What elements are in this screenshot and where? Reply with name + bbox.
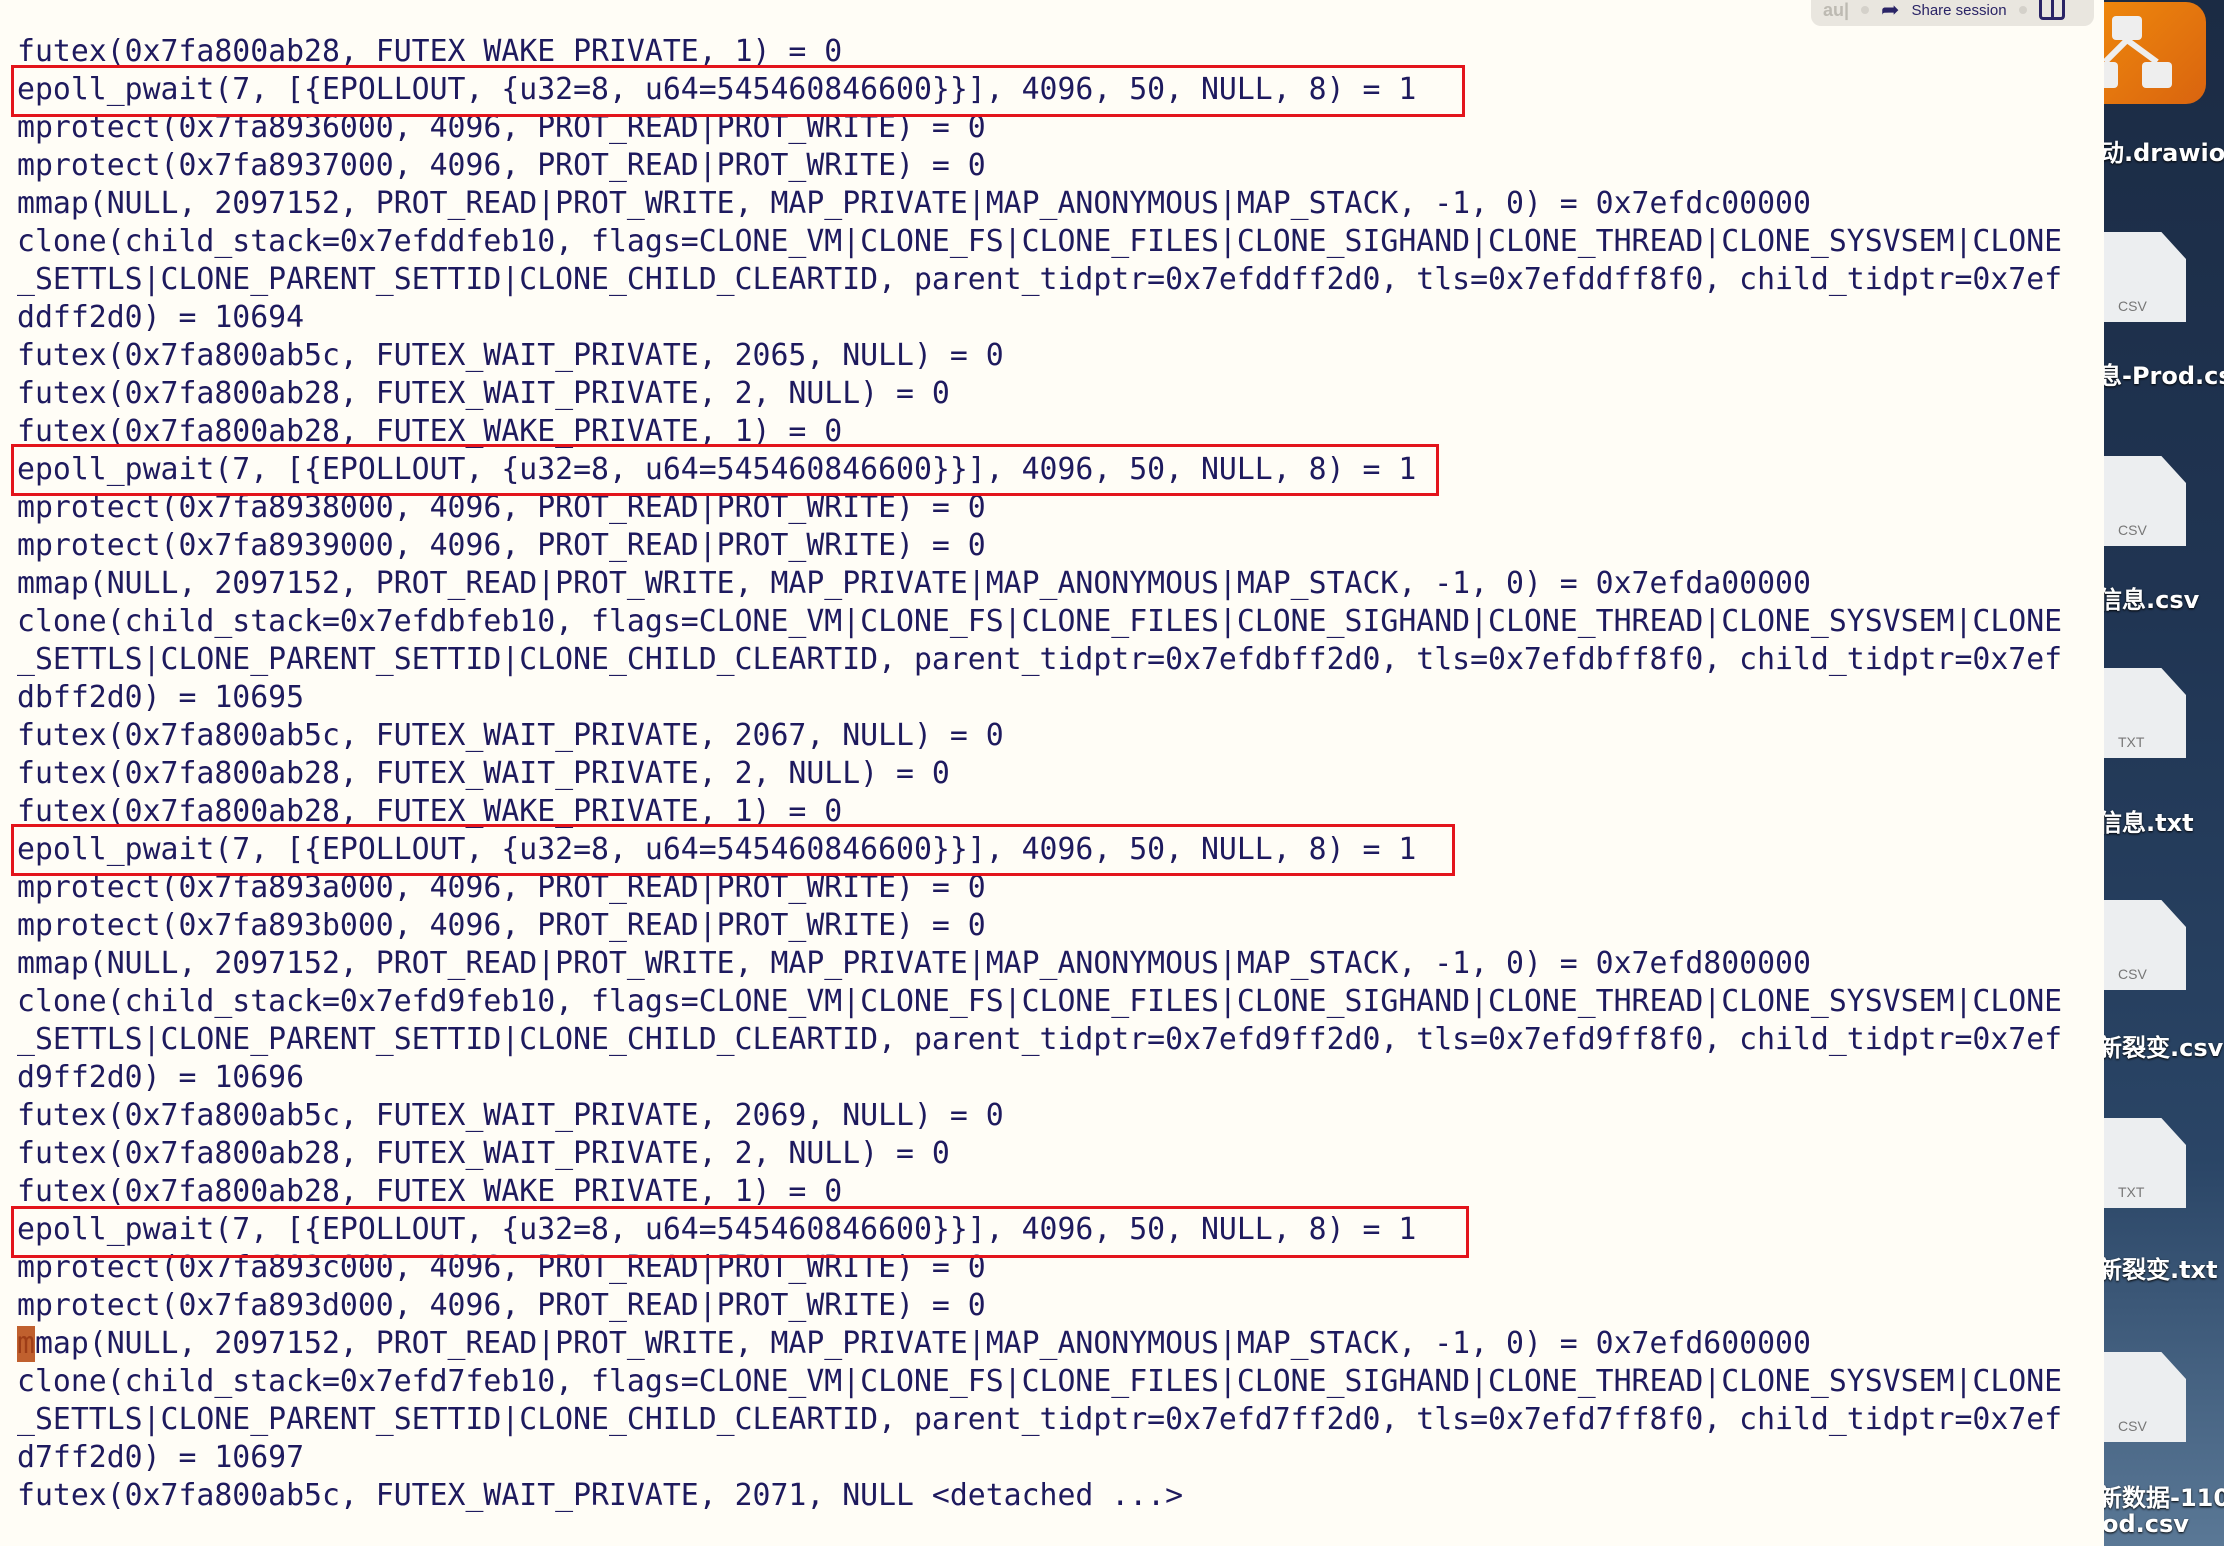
- file-type-label: TXT: [2118, 1184, 2145, 1200]
- file-name-label: 息-Prod.csv: [2104, 362, 2224, 390]
- terminal-line: futex(0x7fa800ab28, FUTEX_WAIT_PRIVATE, …: [17, 1136, 950, 1171]
- desktop-area: 动.drawio CSV 息-Prod.csv CSV 信息.csv TXT 信息.txt C…: [2104, 0, 2224, 1546]
- terminal-line: _SETTLS|CLONE_PARENT_SETTID|CLONE_CHILD_…: [17, 1022, 2063, 1057]
- drawio-app-icon: [2104, 2, 2206, 104]
- file-name-label: 新裂变.csv: [2104, 1034, 2224, 1062]
- share-session-button[interactable]: Share session: [1911, 2, 2006, 19]
- file-type-label: CSV: [2118, 1418, 2147, 1434]
- file-type-label: TXT: [2118, 734, 2145, 750]
- document-icon: TXT: [2104, 668, 2186, 758]
- terminal-line: clone(child_stack=0x7efd9feb10, flags=CL…: [17, 984, 2063, 1019]
- highlight-box: [11, 1206, 1469, 1258]
- terminal-line: mmap(NULL, 2097152, PROT_READ|PROT_WRITE…: [17, 566, 1811, 601]
- terminal-window[interactable]: futex(0x7fa800ab28, FUTEX_WAKE_PRIVATE, …: [0, 0, 2104, 1546]
- document-icon: CSV: [2104, 456, 2186, 546]
- file-name-label: 新数据-1109: [2104, 1484, 2224, 1512]
- terminal-line: d9ff2d0) = 10696: [17, 1060, 305, 1095]
- document-icon: TXT: [2104, 1118, 2186, 1208]
- session-input[interactable]: au|: [1823, 0, 1849, 21]
- terminal-line: mprotect(0x7fa8937000, 4096, PROT_READ|P…: [17, 148, 986, 183]
- terminal-line: _SETTLS|CLONE_PARENT_SETTID|CLONE_CHILD_…: [17, 642, 2063, 677]
- highlight-box: [11, 65, 1465, 117]
- session-toolbar: au| ➦ Share session: [1811, 0, 2094, 26]
- file-type-label: CSV: [2118, 966, 2147, 982]
- file-name-label: 信息.txt: [2104, 809, 2194, 837]
- highlight-box: [11, 824, 1455, 876]
- separator-dot: [2018, 6, 2027, 14]
- terminal-line: mmap(NULL, 2097152, PROT_READ|PROT_WRITE…: [17, 1326, 1811, 1361]
- terminal-line: mmap(NULL, 2097152, PROT_READ|PROT_WRITE…: [17, 946, 1811, 981]
- terminal-line: _SETTLS|CLONE_PARENT_SETTID|CLONE_CHILD_…: [17, 1402, 2063, 1437]
- terminal-line: mmap(NULL, 2097152, PROT_READ|PROT_WRITE…: [17, 186, 1811, 221]
- file-type-label: CSV: [2118, 298, 2147, 314]
- terminal-output: futex(0x7fa800ab28, FUTEX_WAKE_PRIVATE, …: [17, 33, 2062, 1515]
- share-arrow-icon[interactable]: ➦: [1881, 0, 1899, 23]
- terminal-line: futex(0x7fa800ab28, FUTEX_WAIT_PRIVATE, …: [17, 756, 950, 791]
- terminal-line: futex(0x7fa800ab5c, FUTEX_WAIT_PRIVATE, …: [17, 1098, 1004, 1133]
- file-name-label: 新裂变.txt: [2104, 1256, 2218, 1284]
- terminal-line: futex(0x7fa800ab5c, FUTEX_WAIT_PRIVATE, …: [17, 718, 1004, 753]
- terminal-line: mprotect(0x7fa8939000, 4096, PROT_READ|P…: [17, 528, 986, 563]
- file-name-label: 信息.csv: [2104, 586, 2200, 614]
- terminal-line: clone(child_stack=0x7efddfeb10, flags=CL…: [17, 224, 2063, 259]
- terminal-line: mprotect(0x7fa893b000, 4096, PROT_READ|P…: [17, 908, 986, 943]
- terminal-cursor: [17, 1326, 35, 1362]
- file-name-label: 动.drawio: [2104, 139, 2224, 167]
- terminal-line: _SETTLS|CLONE_PARENT_SETTID|CLONE_CHILD_…: [17, 262, 2063, 297]
- document-icon: CSV: [2104, 900, 2186, 990]
- separator-dot: [1861, 6, 1870, 14]
- document-icon: CSV: [2104, 232, 2186, 322]
- terminal-line: futex(0x7fa800ab5c, FUTEX_WAIT_PRIVATE, …: [17, 338, 1004, 373]
- sidebar-panel-icon[interactable]: [2038, 0, 2065, 20]
- terminal-line: mprotect(0x7fa893d000, 4096, PROT_READ|P…: [17, 1288, 986, 1323]
- terminal-line: dbff2d0) = 10695: [17, 680, 305, 715]
- terminal-line: futex(0x7fa800ab5c, FUTEX_WAIT_PRIVATE, …: [17, 1478, 1184, 1513]
- terminal-line: clone(child_stack=0x7efdbfeb10, flags=CL…: [17, 604, 2063, 639]
- terminal-line: clone(child_stack=0x7efd7feb10, flags=CL…: [17, 1364, 2063, 1399]
- document-icon: CSV: [2104, 1352, 2186, 1442]
- terminal-line: futex(0x7fa800ab28, FUTEX_WAIT_PRIVATE, …: [17, 376, 950, 411]
- terminal-line: ddff2d0) = 10694: [17, 300, 305, 335]
- highlight-box: [11, 444, 1439, 496]
- file-name-label: od.csv: [2104, 1510, 2189, 1538]
- terminal-line: d7ff2d0) = 10697: [17, 1440, 305, 1475]
- file-type-label: CSV: [2118, 522, 2147, 538]
